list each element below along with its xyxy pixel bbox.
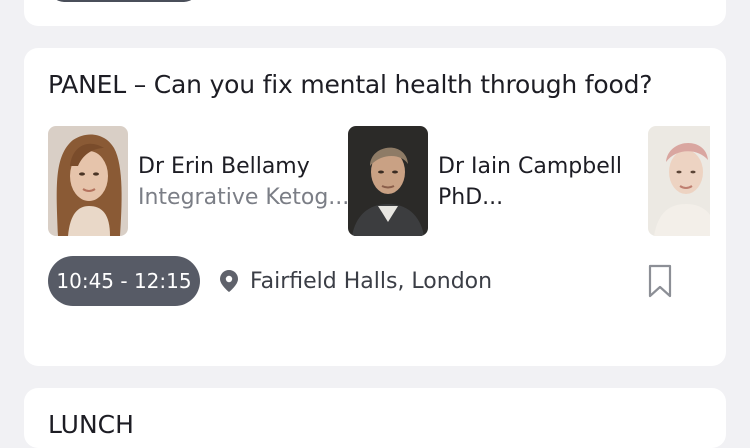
speaker-item[interactable] <box>648 126 710 236</box>
speaker-item[interactable]: Dr Iain Campbell PhD... <box>348 126 643 236</box>
session-card[interactable]: PANEL – Can you fix mental health throug… <box>24 48 726 366</box>
speaker-name: Dr Erin Bellamy <box>138 154 310 179</box>
location: Fairfield Halls, London <box>220 256 492 306</box>
speaker-list[interactable]: Dr Erin Bellamy Integrative Ketog... Dr <box>48 126 710 238</box>
location-text: Fairfield Halls, London <box>250 268 493 294</box>
speaker-name: Dr Iain Campbell <box>438 154 622 179</box>
previous-time-pill <box>50 0 198 2</box>
next-session-card[interactable]: LUNCH <box>24 388 726 448</box>
speaker-role: Integrative Ketog... <box>138 185 350 210</box>
previous-session-card[interactable] <box>24 0 726 26</box>
location-pin-icon <box>220 270 238 292</box>
session-title: PANEL – Can you fix mental health throug… <box>48 70 653 99</box>
speaker-avatar <box>48 126 128 236</box>
next-session-title: LUNCH <box>48 410 134 439</box>
speaker-avatar <box>348 126 428 236</box>
speaker-avatar <box>648 126 710 236</box>
bookmark-icon[interactable] <box>648 264 672 298</box>
speaker-role: PhD... <box>438 185 504 210</box>
speaker-item[interactable]: Dr Erin Bellamy Integrative Ketog... <box>48 126 350 236</box>
time-badge: 10:45 - 12:15 <box>48 256 200 306</box>
